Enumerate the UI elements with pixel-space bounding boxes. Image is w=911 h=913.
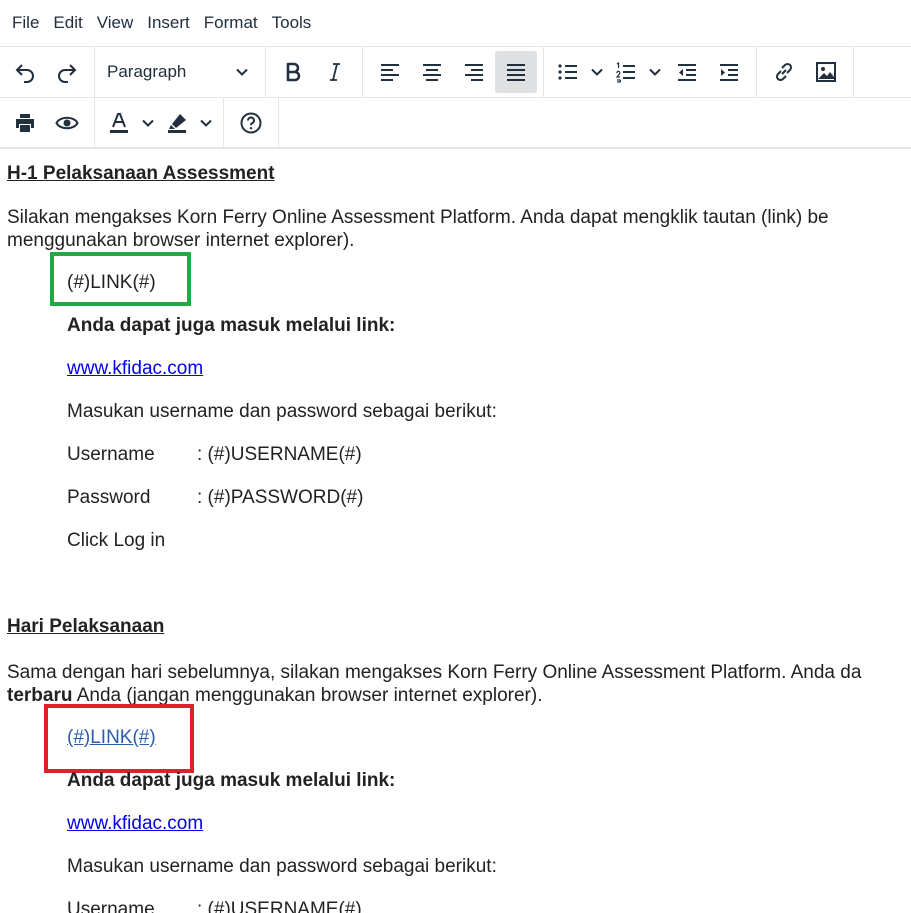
undo-button[interactable] (4, 51, 46, 93)
print-icon (16, 113, 34, 132)
chevron-down-icon (236, 68, 248, 76)
bullet-list-button[interactable] (550, 51, 608, 93)
block-format-group: Paragraph (95, 47, 266, 97)
site-link[interactable]: www.kfidac.com (67, 358, 203, 380)
redo-button[interactable] (46, 51, 88, 93)
password-label: Password (67, 487, 151, 508)
align-right-icon (465, 64, 483, 81)
help-button[interactable] (230, 102, 272, 144)
preview-icon (55, 116, 79, 129)
menu-tools[interactable]: Tools (265, 8, 319, 38)
bullet-list-icon (558, 64, 577, 80)
chevron-down-icon (649, 68, 661, 76)
menu-insert[interactable]: Insert (140, 8, 197, 38)
username-row-2: Username : (#)USERNAME(#) (67, 899, 362, 913)
align-justify-icon (507, 64, 525, 81)
highlight-box-green (50, 252, 191, 306)
toolbar-secondary (0, 97, 911, 149)
password-value: : (#)PASSWORD(#) (197, 487, 364, 508)
username-row: Username : (#)USERNAME(#) (67, 444, 362, 466)
help-icon (240, 112, 262, 133)
color-group (95, 98, 224, 147)
text-color-icon (110, 112, 128, 133)
history-group (0, 47, 95, 97)
indent-button[interactable] (708, 51, 750, 93)
formatting-group (266, 47, 363, 97)
help-group (224, 98, 279, 147)
text-color-button[interactable] (101, 102, 159, 144)
chevron-down-icon (142, 119, 154, 127)
login-instruction: Click Log in (67, 530, 166, 551)
align-center-icon (423, 64, 441, 81)
password-row: Password : (#)PASSWORD(#) (67, 487, 363, 509)
menubar: File Edit View Insert Format Tools (0, 0, 911, 46)
menu-format[interactable]: Format (197, 8, 265, 38)
align-right-button[interactable] (453, 51, 495, 93)
highlight-box-red (44, 704, 194, 773)
username-label-2: Username (67, 899, 155, 913)
editor-content[interactable]: H-1 Pelaksanaan Assessment Silakan menga… (0, 148, 911, 913)
site-link-2[interactable]: www.kfidac.com (67, 813, 203, 835)
italic-button[interactable] (314, 51, 356, 93)
username-value-2: : (#)USERNAME(#) (197, 899, 362, 913)
highlight-color-button[interactable] (159, 102, 217, 144)
section1-paragraph-line1: Silakan mengakses Korn Ferry Online Asse… (7, 207, 829, 228)
alternate-link-label-2: Anda dapat juga masuk melalui link: (67, 770, 396, 791)
alternate-link-label: Anda dapat juga masuk melalui link: (67, 315, 396, 336)
numbered-list-button[interactable] (608, 51, 666, 93)
print-preview-group (0, 98, 95, 147)
username-label: Username (67, 444, 155, 465)
list-group (544, 47, 757, 97)
align-center-button[interactable] (411, 51, 453, 93)
undo-icon (15, 64, 34, 83)
preview-button[interactable] (46, 102, 88, 144)
numbered-list-icon (615, 61, 635, 83)
credentials-intro-2: Masukan username dan password sebagai be… (67, 856, 497, 877)
bold-button[interactable] (272, 51, 314, 93)
print-button[interactable] (4, 102, 46, 144)
chevron-down-icon (200, 119, 212, 127)
italic-icon (330, 63, 340, 81)
menu-edit[interactable]: Edit (46, 8, 89, 38)
indent-icon (720, 64, 738, 81)
outdent-button[interactable] (666, 51, 708, 93)
block-format-value: Paragraph (107, 62, 187, 81)
section2-paragraph-line2-rest: Anda (jangan menggunakan browser interne… (72, 685, 543, 706)
image-icon (816, 62, 836, 82)
toolbar-primary: Paragraph (0, 46, 911, 97)
link-icon (775, 62, 793, 82)
align-justify-button[interactable] (495, 51, 537, 93)
image-button[interactable] (805, 51, 847, 93)
section-heading-hari: Hari Pelaksanaan (7, 616, 165, 637)
section1-paragraph-line2: menggunakan browser internet explorer). (7, 230, 355, 251)
username-value: : (#)USERNAME(#) (197, 444, 362, 465)
highlight-color-icon (168, 113, 186, 133)
section-heading-h1: H-1 Pelaksanaan Assessment (7, 163, 275, 184)
chevron-down-icon (591, 68, 603, 76)
section2-paragraph-line1: Sama dengan hari sebelumnya, silakan men… (7, 662, 862, 683)
block-format-select[interactable]: Paragraph (99, 51, 259, 93)
menu-view[interactable]: View (90, 8, 141, 38)
bold-icon (286, 62, 301, 82)
menu-file[interactable]: File (0, 8, 46, 38)
bold-terbaru: terbaru (7, 685, 73, 706)
align-left-icon (381, 64, 399, 81)
credentials-intro: Masukan username dan password sebagai be… (67, 401, 497, 422)
redo-icon (58, 64, 77, 83)
outdent-icon (678, 64, 696, 81)
alignment-group (363, 47, 544, 97)
link-button[interactable] (763, 51, 805, 93)
align-left-button[interactable] (369, 51, 411, 93)
insert-group (757, 47, 854, 97)
